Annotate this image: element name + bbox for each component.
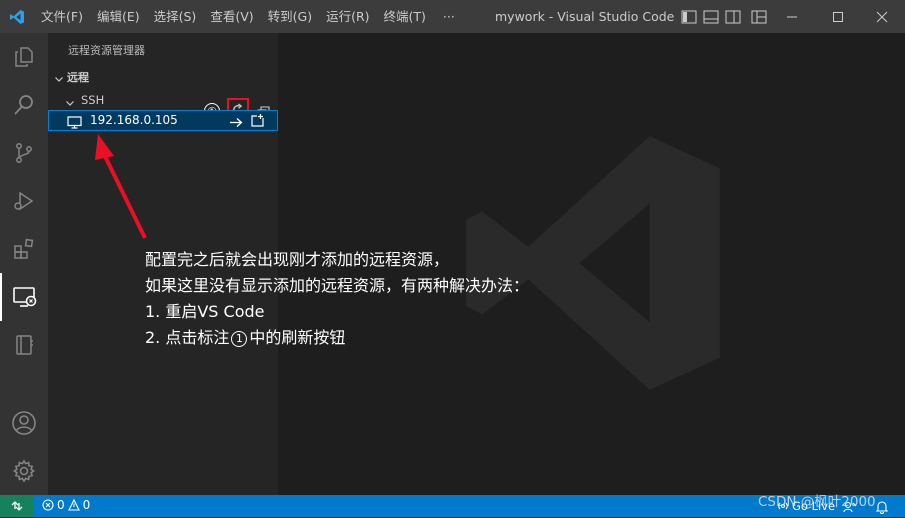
toggle-secondary-sidebar-icon[interactable]	[725, 9, 741, 24]
sidebar-title: 远程资源管理器	[68, 44, 145, 57]
annotation-line-4-pre: 2. 点击标注	[145, 328, 230, 347]
menu-run[interactable]: 运行(R)	[319, 0, 376, 33]
window-title: mywork - Visual Studio Code [管...	[495, 9, 675, 24]
run-debug-icon[interactable]	[0, 177, 48, 225]
customize-layout-icon[interactable]	[751, 9, 767, 24]
toggle-panel-icon[interactable]	[703, 9, 719, 24]
annotation-line-3: 1. 重启VS Code	[145, 302, 265, 321]
annotation-line-2: 如果这里没有显示添加的远程资源，有两种解决办法：	[145, 276, 530, 295]
problems-indicator[interactable]: 0 0	[42, 498, 90, 512]
toggle-sidebar-icon[interactable]	[681, 9, 697, 24]
menu-bar: 文件(F) 编辑(E) 选择(S) 查看(V) 转到(G) 运行(R) 终端(T…	[34, 0, 465, 33]
notebook-icon[interactable]	[0, 321, 48, 369]
ssh-host-item[interactable]: 192.168.0.105	[48, 110, 278, 131]
account-icon[interactable]	[0, 399, 48, 447]
chevron-down-icon	[53, 70, 65, 89]
ssh-group-label: SSH	[81, 93, 105, 107]
menu-view[interactable]: 查看(V)	[203, 0, 260, 33]
menu-go[interactable]: 转到(G)	[261, 0, 319, 33]
menu-more[interactable]: ···	[433, 0, 465, 33]
close-icon[interactable]	[859, 0, 905, 33]
menu-terminal[interactable]: 终端(T)	[377, 0, 433, 33]
minimize-icon[interactable]	[769, 0, 815, 33]
connect-in-current-window-icon[interactable]	[229, 114, 243, 133]
warning-count: 0	[82, 498, 91, 512]
remote-indicator[interactable]	[0, 495, 34, 517]
monitor-icon	[67, 114, 82, 133]
remote-indicator-icon	[11, 501, 23, 511]
remote-explorer-icon[interactable]	[0, 273, 48, 321]
title-bar: 文件(F) 编辑(E) 选择(S) 查看(V) 转到(G) 运行(R) 终端(T…	[0, 0, 905, 33]
csdn-watermark: CSDN @枫叶2000	[758, 494, 876, 510]
annotation-line-1: 配置完之后就会出现刚才添加的远程资源，	[145, 250, 450, 269]
connect-in-new-window-icon[interactable]	[250, 113, 265, 132]
explorer-icon[interactable]	[0, 33, 48, 81]
settings-gear-icon[interactable]	[0, 447, 48, 495]
error-count: 0	[57, 498, 65, 512]
annotation-circled-number: 1	[231, 330, 248, 347]
annotation-line-4: 2. 点击标注 1 中的刷新按钮	[145, 325, 529, 351]
menu-file[interactable]: 文件(F)	[34, 0, 90, 33]
annotation-line-4-post: 中的刷新按钮	[249, 328, 346, 347]
error-icon	[42, 499, 54, 511]
maximize-icon[interactable]	[815, 0, 861, 33]
menu-edit[interactable]: 编辑(E)	[90, 0, 147, 33]
section-remote-header[interactable]: 远程 ①	[48, 67, 278, 122]
source-control-icon[interactable]	[0, 129, 48, 177]
ssh-group-header[interactable]: SSH	[48, 91, 278, 111]
notifications-bell-icon[interactable]	[875, 499, 889, 518]
menu-selection[interactable]: 选择(S)	[147, 0, 204, 33]
annotation-arrow	[95, 134, 147, 239]
annotation-text: 配置完之后就会出现刚才添加的远程资源， 如果这里没有显示添加的远程资源，有两种解…	[145, 247, 529, 351]
section-remote-label: 远程	[67, 71, 89, 84]
activity-bar	[0, 33, 48, 495]
vscode-logo-icon	[0, 0, 34, 33]
search-icon[interactable]	[0, 81, 48, 129]
ssh-host-label: 192.168.0.105	[90, 113, 178, 127]
extensions-icon[interactable]	[0, 225, 48, 273]
warning-icon	[67, 499, 80, 511]
